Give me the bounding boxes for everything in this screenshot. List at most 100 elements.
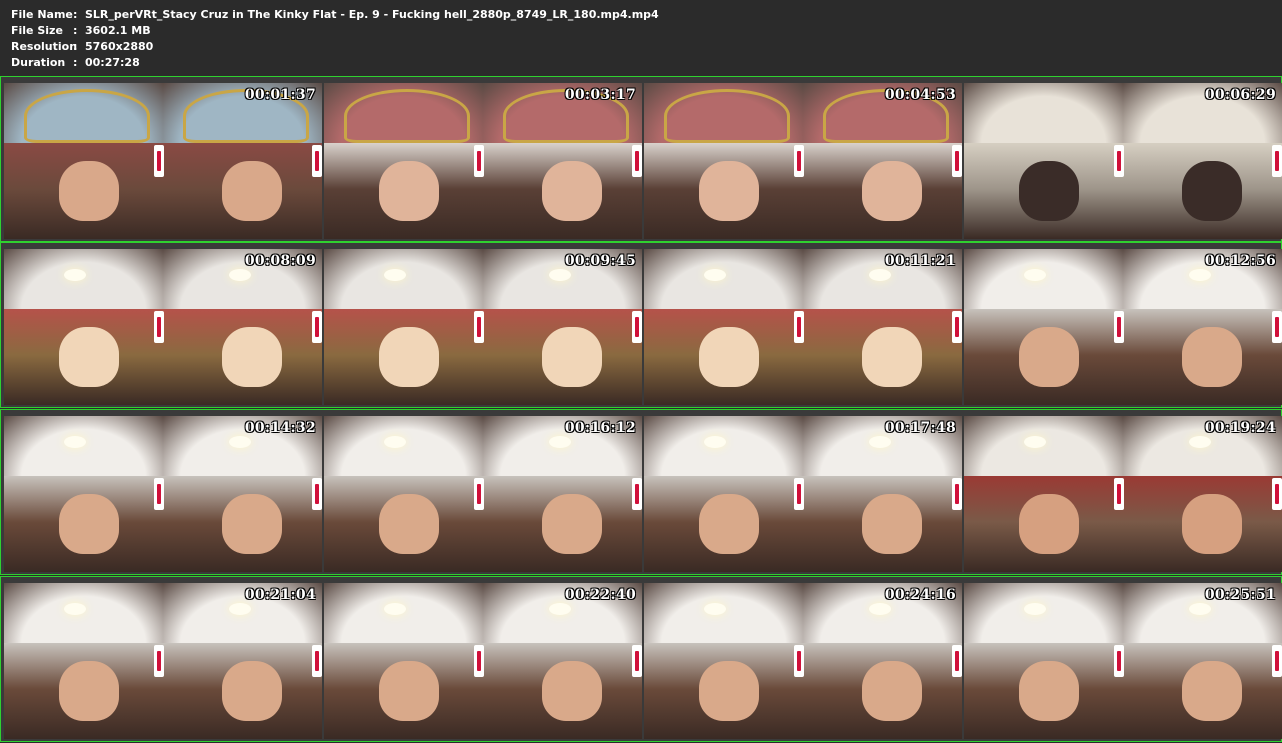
ceiling-area	[964, 416, 1123, 476]
left-eye-frame	[964, 416, 1123, 572]
ceiling-frame	[344, 89, 470, 143]
ceiling-area	[4, 583, 163, 643]
video-thumbnail[interactable]: 00:04:53	[644, 83, 962, 239]
person-figure	[379, 494, 439, 554]
right-eye-frame	[803, 583, 962, 739]
left-eye-frame	[4, 83, 163, 239]
watermark-logo	[632, 311, 642, 343]
person-figure	[222, 327, 282, 387]
person-figure	[1182, 161, 1242, 221]
right-eye-frame	[483, 416, 642, 572]
right-eye-frame	[163, 583, 322, 739]
person-figure	[59, 327, 119, 387]
watermark-logo	[1114, 145, 1124, 177]
left-eye-frame	[964, 249, 1123, 405]
thumbnail-row: 00:14:32 00:16:12 00:17:48 00:19:24	[0, 409, 1282, 575]
ceiling-lamp	[384, 269, 406, 281]
timestamp: 00:16:12	[564, 420, 636, 436]
watermark-logo	[1114, 645, 1124, 677]
left-eye-frame	[644, 249, 803, 405]
watermark-logo	[154, 478, 164, 510]
person-figure	[1019, 661, 1079, 721]
watermark-logo	[632, 145, 642, 177]
video-thumbnail[interactable]: 00:19:24	[964, 416, 1282, 572]
person-figure	[379, 661, 439, 721]
ceiling-lamp	[869, 269, 891, 281]
person-figure	[699, 161, 759, 221]
right-eye-frame	[803, 83, 962, 239]
watermark-logo	[794, 145, 804, 177]
timestamp: 00:21:04	[244, 587, 316, 603]
ceiling-lamp	[704, 269, 726, 281]
person-figure	[542, 661, 602, 721]
watermark-logo	[1272, 145, 1282, 177]
video-thumbnail[interactable]: 00:22:40	[324, 583, 642, 739]
person-figure	[1019, 494, 1079, 554]
video-thumbnail[interactable]: 00:17:48	[644, 416, 962, 572]
watermark-logo	[154, 311, 164, 343]
ceiling-lamp	[1024, 436, 1046, 448]
watermark-logo	[952, 145, 962, 177]
right-eye-frame	[483, 83, 642, 239]
watermark-logo	[632, 478, 642, 510]
video-thumbnail[interactable]: 00:01:37	[4, 83, 322, 239]
ceiling-area	[644, 249, 803, 309]
resolution-row: Resolution: 5760x2880	[11, 39, 153, 55]
video-thumbnail[interactable]: 00:16:12	[324, 416, 642, 572]
timestamp: 00:17:48	[884, 420, 956, 436]
ceiling-lamp	[229, 269, 251, 281]
separator: :	[73, 56, 78, 69]
person-figure	[222, 494, 282, 554]
watermark-logo	[1272, 645, 1282, 677]
left-eye-frame	[644, 583, 803, 739]
ceiling-lamp	[869, 436, 891, 448]
person-figure	[1019, 327, 1079, 387]
video-thumbnail[interactable]: 00:06:29	[964, 83, 1282, 239]
person-figure	[862, 494, 922, 554]
watermark-logo	[154, 145, 164, 177]
video-thumbnail[interactable]: 00:24:16	[644, 583, 962, 739]
watermark-logo	[312, 478, 322, 510]
video-thumbnail[interactable]: 00:09:45	[324, 249, 642, 405]
right-eye-frame	[163, 83, 322, 239]
watermark-logo	[1272, 478, 1282, 510]
right-eye-frame	[803, 416, 962, 572]
ceiling-lamp	[704, 436, 726, 448]
separator: :	[73, 24, 78, 37]
video-thumbnail[interactable]: 00:11:21	[644, 249, 962, 405]
resolution-label: Resolution	[11, 40, 78, 53]
video-thumbnail[interactable]: 00:25:51	[964, 583, 1282, 739]
timestamp: 00:19:24	[1204, 420, 1276, 436]
video-thumbnail[interactable]: 00:12:56	[964, 249, 1282, 405]
file-name-row: File Name: SLR_perVRt_Stacy Cruz in The K…	[11, 7, 659, 23]
ceiling-frame	[24, 89, 150, 143]
left-eye-frame	[4, 583, 163, 739]
watermark-logo	[794, 478, 804, 510]
right-eye-frame	[803, 249, 962, 405]
timestamp: 00:04:53	[884, 87, 956, 103]
right-eye-frame	[1123, 249, 1282, 405]
person-figure	[699, 327, 759, 387]
person-figure	[699, 661, 759, 721]
left-eye-frame	[324, 83, 483, 239]
ceiling-area	[964, 83, 1123, 143]
person-figure	[379, 161, 439, 221]
timestamp: 00:06:29	[1204, 87, 1276, 103]
timestamp: 00:11:21	[884, 253, 956, 269]
watermark-logo	[632, 645, 642, 677]
left-eye-frame	[644, 83, 803, 239]
watermark-logo	[312, 145, 322, 177]
watermark-logo	[312, 311, 322, 343]
person-figure	[542, 494, 602, 554]
right-eye-frame	[163, 249, 322, 405]
video-thumbnail[interactable]: 00:21:04	[4, 583, 322, 739]
video-thumbnail[interactable]: 00:14:32	[4, 416, 322, 572]
person-figure	[1019, 161, 1079, 221]
ceiling-area	[4, 416, 163, 476]
watermark-logo	[952, 311, 962, 343]
person-figure	[862, 327, 922, 387]
left-eye-frame	[324, 249, 483, 405]
video-thumbnail[interactable]: 00:08:09	[4, 249, 322, 405]
right-eye-frame	[483, 583, 642, 739]
video-thumbnail[interactable]: 00:03:17	[324, 83, 642, 239]
